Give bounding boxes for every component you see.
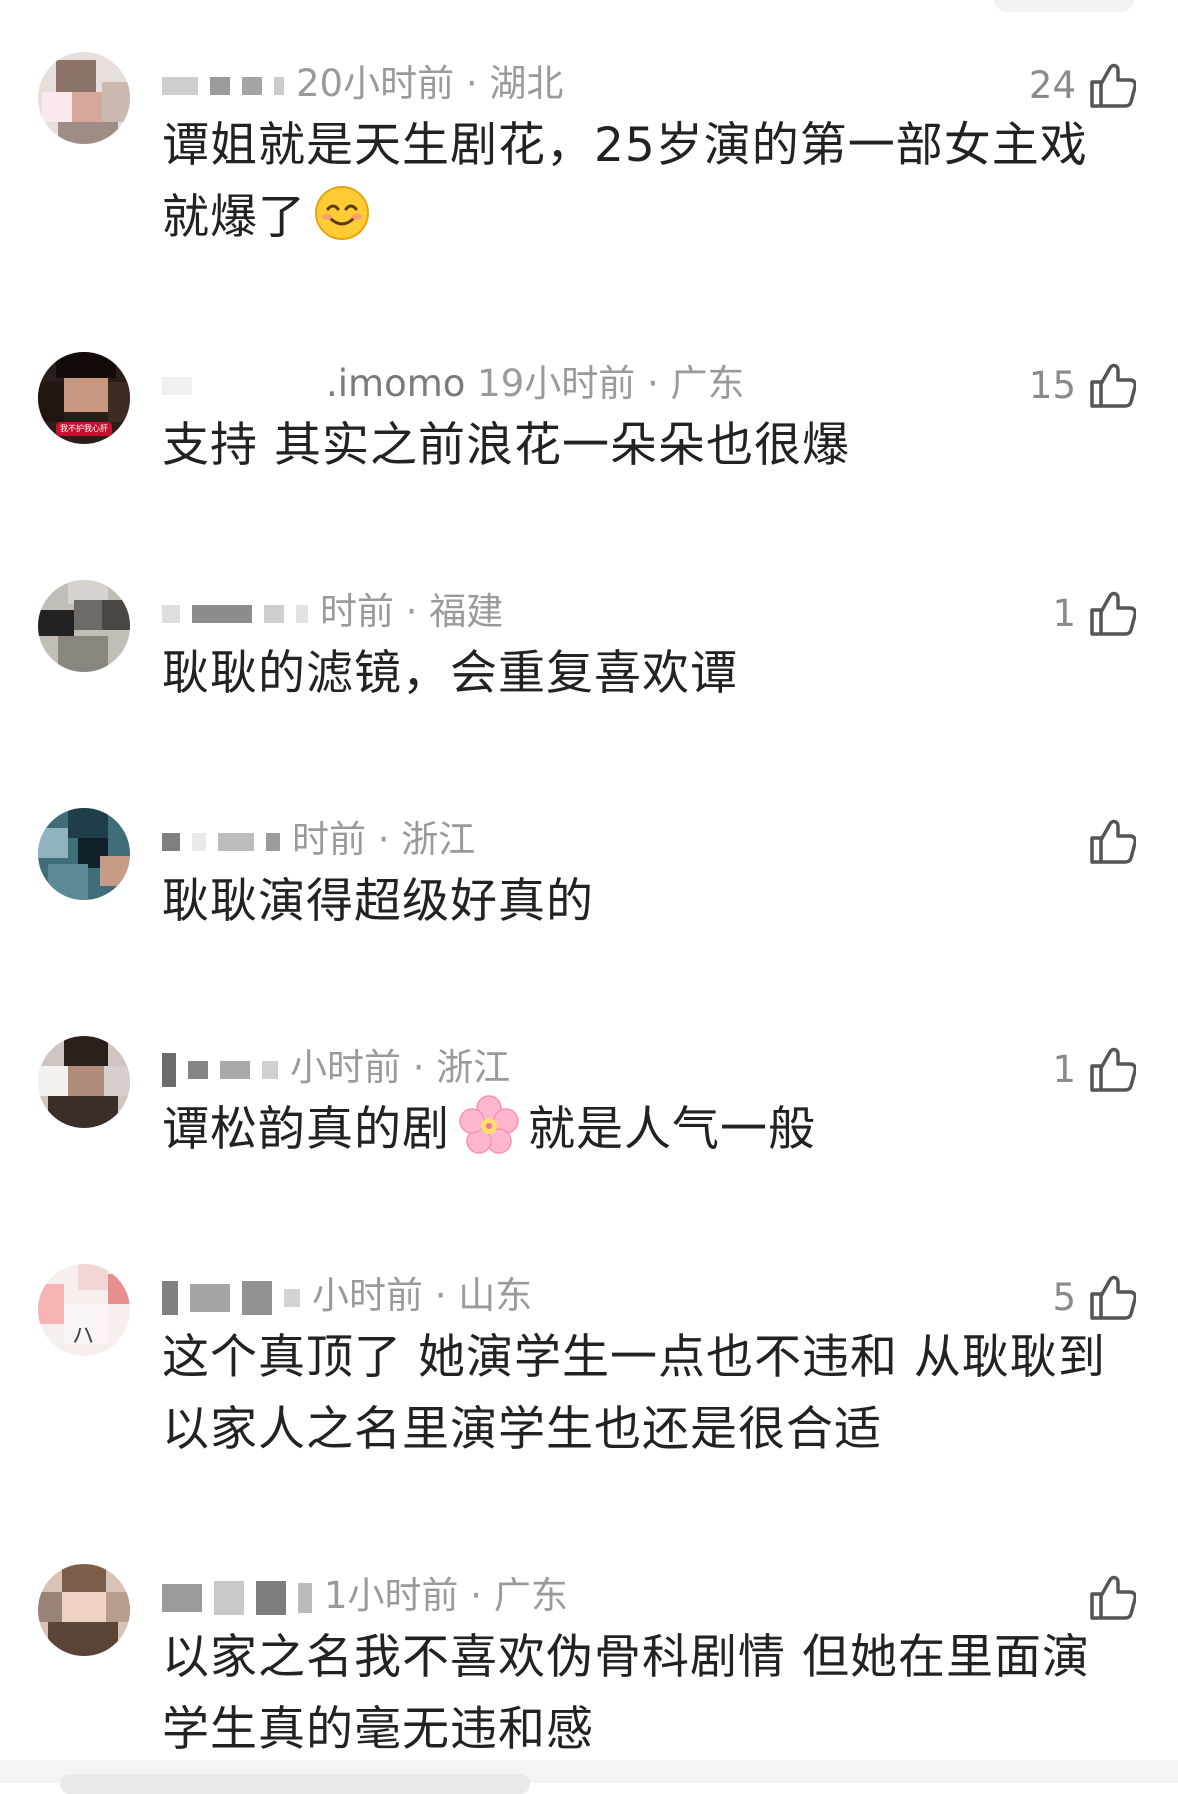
comment-time-location: 小时前 · 山东	[312, 1274, 533, 1317]
comment-time-location: 时前 · 浙江	[292, 818, 476, 861]
top-pill	[994, 0, 1134, 12]
like-count: 5	[1052, 1275, 1076, 1319]
thumbs-up-icon	[1090, 1275, 1136, 1320]
comment-meta: 小时前 · 山东	[162, 1274, 532, 1318]
like-button[interactable]: 5	[1052, 1272, 1136, 1322]
comment-text: 谭松韵真的剧 就是人气一般	[162, 1094, 1122, 1166]
like-count: 1	[1052, 1047, 1076, 1091]
thumbs-up-icon	[1090, 591, 1136, 636]
smiling-face-icon	[315, 186, 369, 240]
like-count: 24	[1028, 63, 1076, 107]
comment-text: 谭姐就是天生剧花，25岁演的第一部女主戏就爆了	[162, 118, 1088, 245]
cherry-blossom-icon	[459, 1095, 519, 1154]
avatar[interactable]	[38, 1564, 130, 1656]
like-button[interactable]: 1	[1052, 1044, 1136, 1094]
comment-time-location: 1小时前 · 广东	[324, 1574, 568, 1617]
comment-text: 耿耿演得超级好真的	[162, 874, 594, 929]
comment-meta: 时前 · 福建	[162, 590, 503, 634]
comment-text: 耿耿的滤镜，会重复喜欢谭	[162, 646, 738, 701]
comment-time-location: 时前 · 福建	[320, 590, 504, 633]
comment-meta: 20小时前 · 湖北	[162, 62, 563, 106]
comment-meta: 小时前 · 浙江	[162, 1046, 510, 1090]
avatar[interactable]: ハ	[38, 1264, 130, 1356]
thumbs-up-icon	[1090, 819, 1136, 864]
comment-text: 以家之名我不喜欢伪骨科剧情 但她在里面演学生真的毫无违和感	[162, 1630, 1090, 1757]
comment-meta: 1小时前 · 广东	[162, 1574, 568, 1618]
like-button[interactable]: 24	[1029, 60, 1136, 110]
comment-text: 支持 其实之前浪花一朵朵也很爆	[162, 418, 850, 473]
like-button[interactable]	[1076, 816, 1136, 866]
username[interactable]: .imomo	[326, 362, 465, 405]
like-count: 1	[1052, 591, 1076, 635]
thumbs-up-icon	[1090, 63, 1136, 108]
comment-time-location: 小时前 · 浙江	[290, 1046, 511, 1089]
avatar-caption: 我不护我心肝	[56, 422, 112, 436]
reply-input-bar[interactable]	[60, 1774, 530, 1794]
thumbs-up-icon	[1090, 363, 1136, 408]
comment-time-location: 19小时前 · 广东	[477, 362, 745, 405]
avatar[interactable]	[38, 52, 130, 144]
thumbs-up-icon	[1090, 1575, 1136, 1620]
comment-meta: .imomo 19小时前 · 广东	[162, 362, 745, 406]
avatar[interactable]	[38, 1036, 130, 1128]
avatar[interactable]	[38, 808, 130, 900]
comment-meta: 时前 · 浙江	[162, 818, 475, 862]
like-button[interactable]: 15	[1029, 360, 1136, 410]
avatar[interactable]: 我不护我心肝	[38, 352, 130, 444]
avatar[interactable]	[38, 580, 130, 672]
comment-time-location: 20小时前 · 湖北	[296, 62, 564, 105]
like-button[interactable]	[1076, 1572, 1136, 1622]
like-button[interactable]: 1	[1052, 588, 1136, 638]
thumbs-up-icon	[1090, 1047, 1136, 1092]
like-count: 15	[1028, 363, 1076, 407]
comment-text: 这个真顶了 她演学生一点也不违和 从耿耿到以家人之名里演学生也还是很合适	[162, 1330, 1106, 1457]
